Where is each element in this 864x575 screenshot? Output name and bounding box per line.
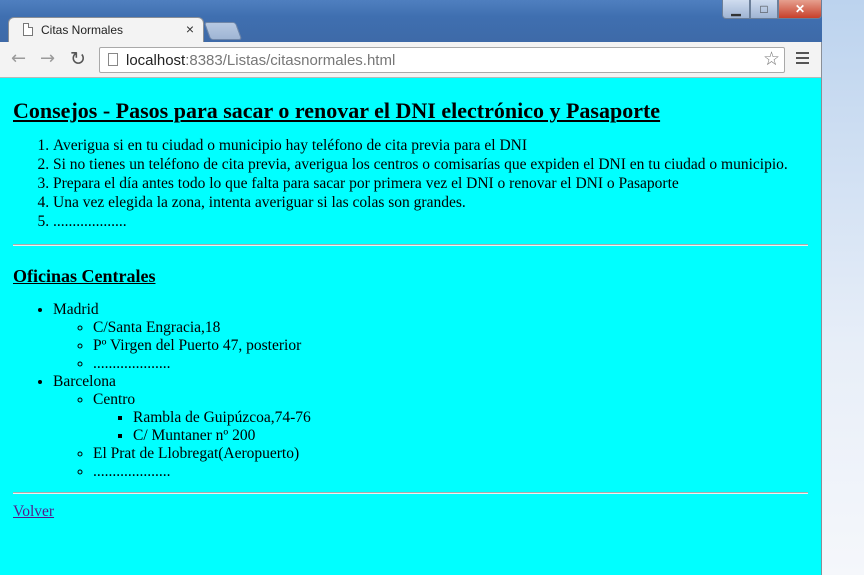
url-host: localhost <box>126 52 186 69</box>
forward-arrow-icon[interactable]: → <box>40 50 55 68</box>
reload-icon[interactable]: ↻ <box>70 50 86 69</box>
page-viewport: Consejos - Pasos para sacar o renovar el… <box>0 78 821 575</box>
divider <box>13 492 808 494</box>
address-item: C/Santa Engracia,18 <box>93 319 808 337</box>
address-item: .................... <box>93 355 808 373</box>
back-link[interactable]: Volver <box>13 503 54 521</box>
address-item: Pº Virgen del Puerto 47, posterior <box>93 337 808 355</box>
close-window-button[interactable]: ✕ <box>778 0 822 19</box>
tip-item: Una vez elegida la zona, intenta averigu… <box>53 193 808 212</box>
centro-addresses: Rambla de Guipúzcoa,74-76 C/ Muntaner nº… <box>93 409 808 445</box>
url-text[interactable]: localhost:8383/Listas/citasnormales.html <box>126 52 395 69</box>
offices-title: Oficinas Centrales <box>13 266 156 286</box>
tab-title: Citas Normales <box>41 23 124 37</box>
tip-item: ................... <box>53 212 808 231</box>
tip-item: Prepara el día antes todo lo que falta p… <box>53 174 808 193</box>
tab-strip: Citas Normales × ▁ □ ✕ <box>0 0 822 42</box>
back-arrow-icon[interactable]: ← <box>11 50 26 68</box>
bookmark-star-icon[interactable]: ☆ <box>763 48 780 70</box>
tip-item: Si no tienes un teléfono de cita previa,… <box>53 155 808 174</box>
centro-label: Centro <box>93 391 136 408</box>
address-item: C/ Muntaner nº 200 <box>133 427 808 445</box>
minimize-button[interactable]: ▁ <box>722 0 750 19</box>
tips-list: Averigua si en tu ciudad o municipio hay… <box>13 136 808 231</box>
new-tab-button[interactable] <box>203 22 243 40</box>
address-item: .................... <box>93 463 808 481</box>
tip-item: Averigua si en tu ciudad o municipio hay… <box>53 136 808 155</box>
address-item: Rambla de Guipúzcoa,74-76 <box>133 409 808 427</box>
office-name: Barcelona <box>53 373 116 390</box>
office-barcelona: Barcelona Centro Rambla de Guipúzcoa,74-… <box>53 373 808 481</box>
document-icon <box>108 53 118 66</box>
menu-icon[interactable] <box>796 52 809 67</box>
page-title: Consejos - Pasos para sacar o renovar el… <box>13 98 661 123</box>
offices-list: Madrid C/Santa Engracia,18 Pº Virgen del… <box>13 301 808 481</box>
browser-window: Citas Normales × ▁ □ ✕ ← → ↻ localhost:8… <box>0 0 822 575</box>
url-path: :8383/Listas/citasnormales.html <box>185 52 396 69</box>
office-name: Madrid <box>53 301 99 318</box>
madrid-addresses: C/Santa Engracia,18 Pº Virgen del Puerto… <box>53 319 808 373</box>
maximize-button[interactable]: □ <box>750 0 778 19</box>
tab-close-icon[interactable]: × <box>186 21 194 37</box>
divider <box>13 244 808 246</box>
browser-toolbar: ← → ↻ localhost:8383/Listas/citasnormale… <box>0 42 821 78</box>
address-item: El Prat de Llobregat(Aeropuerto) <box>93 445 808 463</box>
office-madrid: Madrid C/Santa Engracia,18 Pº Virgen del… <box>53 301 808 373</box>
address-bar[interactable]: localhost:8383/Listas/citasnormales.html… <box>99 47 785 73</box>
tab-citas-normales[interactable]: Citas Normales × <box>8 17 204 42</box>
barcelona-addresses: Centro Rambla de Guipúzcoa,74-76 C/ Munt… <box>53 391 808 481</box>
centro-item: Centro Rambla de Guipúzcoa,74-76 C/ Munt… <box>93 391 808 445</box>
page-icon <box>23 23 33 36</box>
